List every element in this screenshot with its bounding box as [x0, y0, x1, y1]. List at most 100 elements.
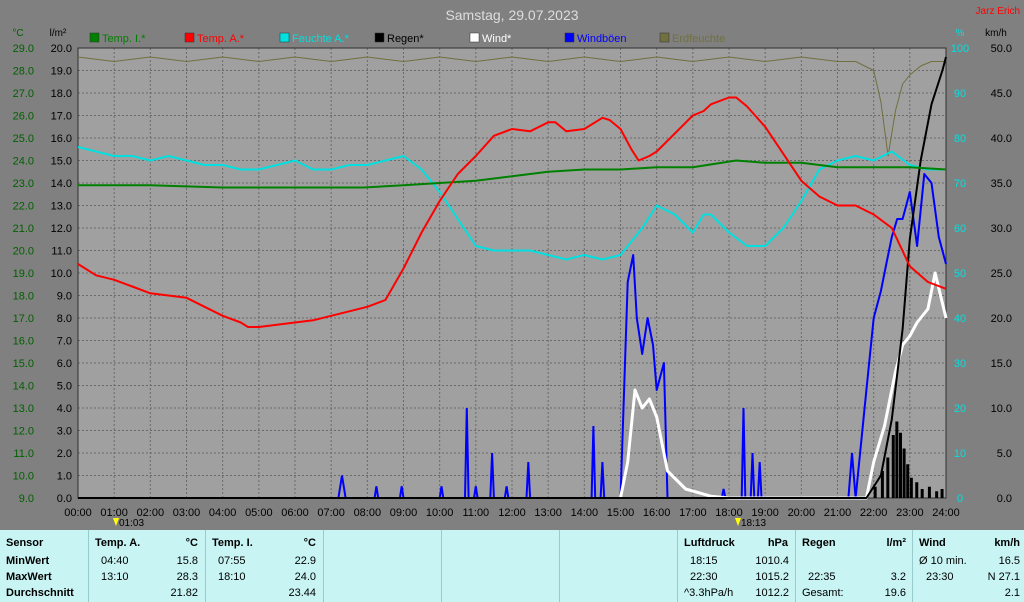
author-label: Jarz Erich: [976, 6, 1020, 17]
rain-tick-label: 4.0: [57, 403, 72, 415]
stats-tempa-avg-value: 21.82: [170, 587, 198, 599]
temp-tick-label: 23.0: [13, 178, 34, 190]
rain-tick-label: 14.0: [51, 178, 72, 190]
chart-legend: Temp. I.* Temp. A.* Feuchte A.* Regen* Wind*…: [89, 32, 725, 45]
legend-swatch: [89, 32, 100, 43]
x-tick-label: 22:00: [860, 507, 888, 519]
temp-tick-label: 27.0: [13, 88, 34, 100]
rain-bar: [906, 464, 910, 498]
humidity-tick-label: 100: [951, 43, 969, 55]
temp-unit-label: °C: [12, 28, 23, 39]
stats-wind-max-time: 23:30: [926, 571, 954, 583]
stats-pressure-unit: hPa: [767, 537, 788, 549]
stats-tempi-unit: °C: [303, 537, 316, 549]
stats-rain-header: Regen: [802, 537, 836, 549]
legend-swatch: [184, 32, 195, 43]
stats-tempa-min-time: 04:40: [101, 555, 129, 567]
time-marker-2: 18:13: [735, 518, 766, 529]
x-tick-label: 06:00: [281, 507, 309, 519]
divider: [323, 530, 324, 602]
x-tick-label: 24:00: [932, 507, 960, 519]
legend-label: Wind*: [482, 33, 512, 45]
temp-tick-label: 9.0: [19, 493, 34, 505]
x-tick-label: 16:00: [643, 507, 671, 519]
stats-rain-unit: l/m²: [886, 537, 906, 549]
humidity-tick-label: 30: [954, 358, 966, 370]
stats-rain-max-value: 3.2: [890, 571, 906, 583]
stats-tempi-max-value: 24.0: [294, 571, 316, 583]
divider: [88, 530, 89, 602]
legend-label: Temp. A.*: [197, 33, 245, 45]
rain-tick-label: 18.0: [51, 88, 72, 100]
stats-tempa-unit: °C: [185, 537, 198, 549]
humidity-tick-label: 60: [954, 223, 966, 235]
statistics-panel: Sensor MinWert MaxWert Durchschnitt Temp…: [0, 530, 1024, 602]
wind-tick-label: 20.0: [991, 313, 1012, 325]
x-tick-label: 07:00: [317, 507, 345, 519]
stats-pressure-avg-value: 1012.2: [755, 587, 789, 599]
x-tick-label: 12:00: [498, 507, 526, 519]
wind-tick-label: 45.0: [991, 88, 1012, 100]
rain-tick-label: 1.0: [57, 471, 72, 483]
x-tick-label: 20:00: [788, 507, 816, 519]
rain-tick-label: 12.0: [51, 223, 72, 235]
x-tick-label: 04:00: [209, 507, 237, 519]
temp-tick-label: 22.0: [13, 201, 34, 213]
x-tick-label: 09:00: [390, 507, 418, 519]
stats-wind-avg10-label: Ø 10 min.: [919, 555, 967, 567]
wind-tick-label: 25.0: [991, 268, 1012, 280]
rain-bar: [920, 489, 924, 498]
temp-tick-label: 21.0: [13, 223, 34, 235]
legend-swatch: [374, 32, 385, 43]
rain-bar: [902, 448, 906, 498]
humidity-tick-label: 70: [954, 178, 966, 190]
stats-row-min: MinWert: [6, 555, 50, 567]
temp-tick-label: 11.0: [13, 448, 34, 460]
divider: [559, 530, 560, 602]
stats-tempa-max-time: 13:10: [101, 571, 129, 583]
stats-rain-max-time: 22:35: [808, 571, 836, 583]
wind-tick-label: 30.0: [991, 223, 1012, 235]
humidity-tick-label: 80: [954, 133, 966, 145]
temp-tick-label: 24.0: [13, 156, 34, 168]
stats-pressure-max-time: 22:30: [690, 571, 718, 583]
x-tick-label: 10:00: [426, 507, 454, 519]
legend-label: Erdfeuchte: [672, 33, 725, 45]
legend-swatch: [279, 32, 290, 43]
stats-tempa-header: Temp. A.: [95, 537, 141, 549]
stats-wind-unit: km/h: [994, 537, 1020, 549]
wind-tick-label: 50.0: [991, 43, 1012, 55]
divider: [795, 530, 796, 602]
humidity-unit-label: %: [956, 28, 965, 39]
rain-bar: [909, 477, 913, 498]
legend-label: Windböen: [577, 33, 627, 45]
stats-wind-max-value: N 27.1: [987, 571, 1020, 583]
stats-wind-header: Wind: [919, 537, 946, 549]
x-tick-label: 00:00: [64, 507, 92, 519]
x-tick-label: 11:00: [462, 507, 489, 519]
stats-row-max: MaxWert: [6, 571, 52, 583]
temp-tick-label: 12.0: [13, 426, 34, 438]
humidity-tick-label: 40: [954, 313, 966, 325]
stats-tempa-min-value: 15.8: [176, 555, 198, 567]
temp-tick-label: 10.0: [13, 471, 34, 483]
stats-tempi-max-time: 18:10: [218, 571, 246, 583]
wind-tick-label: 15.0: [991, 358, 1012, 370]
rain-tick-label: 6.0: [57, 358, 72, 370]
temp-tick-label: 17.0: [13, 313, 34, 325]
legend-swatch: [564, 32, 575, 43]
stats-pressure-trend: ^3.3hPa/h: [684, 587, 734, 599]
legend-label: Regen*: [387, 33, 424, 45]
x-tick-label: 15:00: [607, 507, 635, 519]
marker-label-2: 18:13: [741, 518, 766, 529]
wind-tick-label: 5.0: [997, 448, 1012, 460]
temp-tick-label: 26.0: [13, 111, 34, 123]
legend-swatch: [659, 32, 670, 43]
stats-rain-total-value: 19.6: [884, 587, 906, 599]
rain-bar: [891, 435, 895, 498]
stats-pressure-min-value: 1010.4: [755, 555, 789, 567]
rain-bar: [940, 489, 944, 498]
rain-tick-label: 3.0: [57, 426, 72, 438]
rain-bar: [886, 457, 890, 498]
stats-rain-total-label: Gesamt:: [802, 587, 844, 599]
